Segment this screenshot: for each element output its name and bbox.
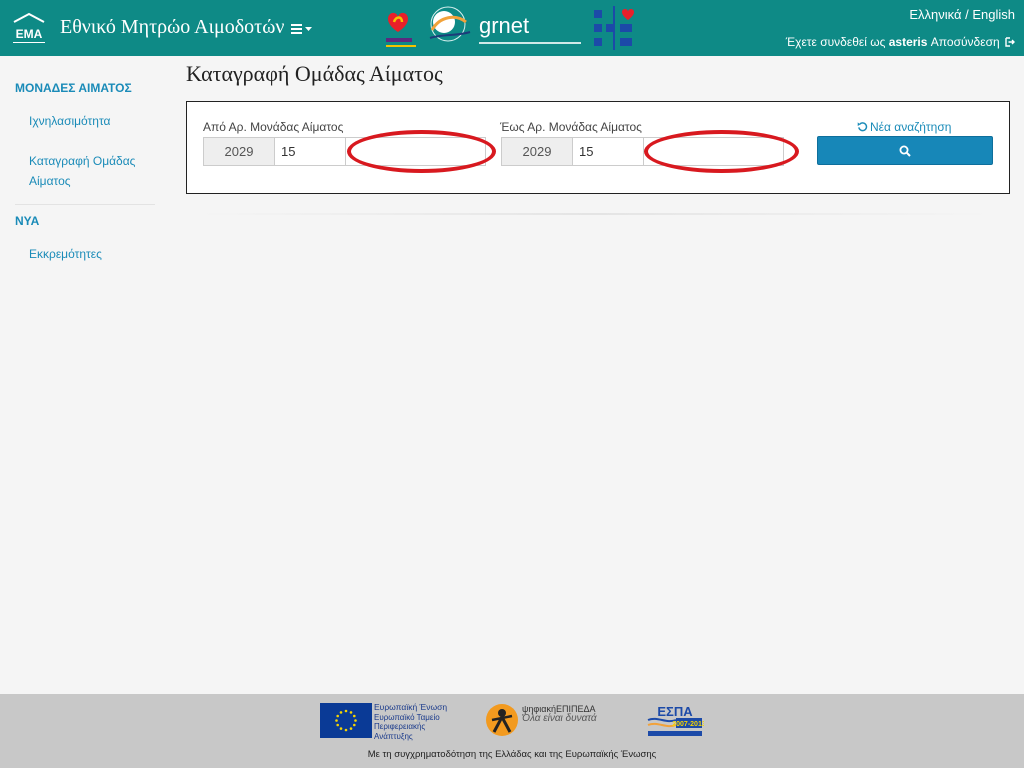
search-icon: [899, 145, 911, 157]
espa-logo-icon: ΕΣΠΑ 2007-2013: [647, 704, 704, 736]
eu-title: Ευρωπαϊκή Ένωση: [374, 702, 448, 712]
refresh-icon: [857, 122, 868, 132]
eu-fund: Ευρωπαϊκό Ταμείο Περιφερειακής Ανάπτυξης: [374, 712, 440, 741]
partner-logos: grnet: [386, 6, 634, 50]
to-unit-label: Έως Αρ. Μονάδας Αίματος: [500, 120, 642, 134]
from-unit-label: Από Αρ. Μονάδας Αίματος: [203, 120, 344, 134]
redaction-ellipse: [347, 130, 496, 173]
from-code-input[interactable]: 15: [275, 137, 346, 166]
grnet-text: grnet: [479, 13, 529, 38]
ema-logo[interactable]: ΕΜΑ: [11, 12, 47, 46]
heart-logo-icon: [386, 12, 416, 47]
sidebar-item-traceability[interactable]: Ιχνηλασιμότητα: [29, 111, 159, 131]
user-status: Έχετε συνδεθεί ως asteris Αποσύνδεση: [786, 35, 1015, 49]
search-panel: Από Αρ. Μονάδας Αίματος 2029 15 Έως Αρ. …: [186, 101, 1010, 194]
health-ministry-logo-icon: [594, 6, 634, 50]
new-search-link[interactable]: Νέα αναζήτηση: [857, 120, 951, 134]
espa-years: 2007-2013: [672, 721, 704, 728]
digital-convergence-text: ψηφιακήΕΠΙΠΕΔΑ Όλα είναι δυνατά: [522, 704, 622, 724]
connected-label: Έχετε συνδεθεί ως: [785, 35, 889, 49]
sidebar: ΜΟΝΑΔΕΣ ΑΙΜΑΤΟΣ Ιχνηλασιμότητα Καταγραφή…: [0, 56, 170, 694]
footer: Ευρωπαϊκή Ένωση Ευρωπαϊκό Ταμείο Περιφερ…: [0, 694, 1024, 768]
eu-flag-icon: [320, 703, 372, 738]
sidebar-item-blood-group[interactable]: Καταγραφή Ομάδας Αίματος: [29, 151, 159, 191]
language-switch: Ελληνικά / English: [909, 7, 1015, 22]
digital-slogan: Όλα είναι δυνατά: [522, 713, 597, 724]
to-year-addon: 2029: [501, 137, 573, 166]
new-search-label: Νέα αναζήτηση: [870, 120, 952, 134]
top-header: ΕΜΑ Εθνικό Μητρώο Αιμοδοτών grnet Ελληνι…: [0, 0, 1024, 56]
grnet-logo-icon: grnet: [429, 6, 581, 44]
lang-separator: /: [961, 7, 973, 22]
logout-label: Αποσύνδεση: [930, 35, 1000, 49]
espa-text: ΕΣΠΑ: [657, 704, 693, 719]
logo-text: ΕΜΑ: [16, 27, 43, 41]
search-button[interactable]: [817, 136, 993, 165]
eu-text: Ευρωπαϊκή Ένωση Ευρωπαϊκό Ταμείο Περιφερ…: [374, 702, 464, 741]
logout-link[interactable]: Αποσύνδεση: [931, 35, 1015, 49]
cofunding-note: Με τη συγχρηματοδότηση της Ελλάδας και τ…: [367, 749, 657, 760]
page-title: Καταγραφή Ομάδας Αίματος: [186, 61, 443, 86]
logout-icon: [1005, 37, 1015, 47]
sidebar-section-nya: ΝΥΑ: [15, 214, 40, 228]
lang-english-link[interactable]: English: [972, 7, 1015, 22]
sidebar-section-blood-units: ΜΟΝΑΔΕΣ ΑΙΜΑΤΟΣ: [15, 81, 132, 95]
redaction-ellipse: [644, 130, 799, 173]
menu-dropdown-icon[interactable]: [291, 22, 313, 36]
app-title[interactable]: Εθνικό Μητρώο Αιμοδοτών: [60, 16, 284, 39]
from-year-addon: 2029: [203, 137, 275, 166]
digital-convergence-logo-icon: [486, 704, 518, 736]
sidebar-divider: [15, 204, 155, 205]
sidebar-item-pending[interactable]: Εκκρεμότητες: [29, 244, 159, 264]
lang-greek-link[interactable]: Ελληνικά: [909, 7, 961, 22]
section-divider: [200, 213, 990, 215]
username: asteris: [888, 35, 928, 49]
to-code-input[interactable]: 15: [573, 137, 644, 166]
